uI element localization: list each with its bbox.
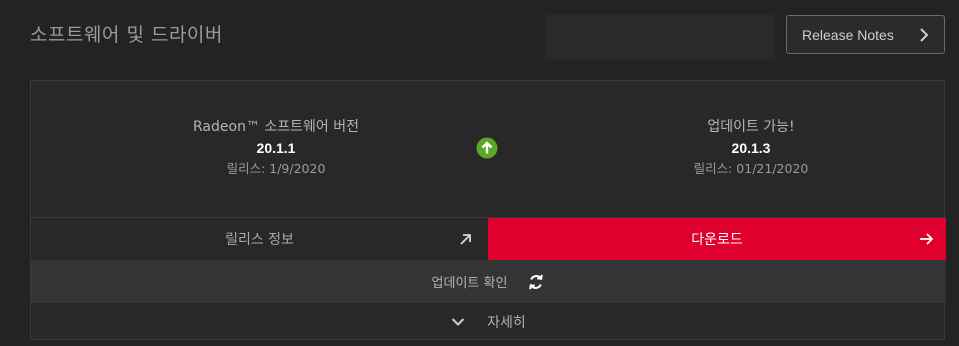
current-version-block: Radeon™ 소프트웨어 버전 20.1.1 릴리스: 1/9/2020: [126, 117, 426, 179]
refresh-icon: [529, 274, 544, 289]
check-update-label: 업데이트 확인: [431, 276, 508, 291]
details-toggle[interactable]: 자세히: [31, 303, 946, 341]
background-ghost: [545, 15, 775, 60]
release-notes-label: Release Notes: [802, 26, 894, 43]
available-version-number: 20.1.3: [731, 140, 771, 156]
release-notes-button[interactable]: Release Notes: [786, 15, 945, 54]
current-version-number: 20.1.1: [256, 140, 296, 156]
available-version-block: 업데이트 가능! 20.1.3 릴리스: 01/21/2020: [601, 117, 901, 179]
available-version-title: 업데이트 가능!: [707, 119, 795, 135]
arrow-up-right-icon: [460, 234, 471, 245]
release-info-button[interactable]: 릴리스 정보: [31, 218, 488, 260]
chevron-right-icon: [920, 28, 929, 42]
download-label: 다운로드: [691, 232, 743, 248]
download-button[interactable]: 다운로드: [488, 218, 946, 260]
chevron-down-icon: [451, 318, 465, 326]
current-release-date: 릴리스: 1/9/2020: [226, 161, 326, 176]
section-title: 소프트웨어 및 드라이버: [30, 24, 223, 46]
driver-update-card: Radeon™ 소프트웨어 버전 20.1.1 릴리스: 1/9/2020 업데…: [30, 80, 946, 341]
arrow-up-circle-icon: [476, 137, 498, 159]
available-release-date: 릴리스: 01/21/2020: [693, 161, 809, 176]
software-drivers-panel: 소프트웨어 및 드라이버 Release Notes Radeon™ 소프트웨어…: [0, 0, 959, 346]
arrow-right-icon: [920, 233, 934, 245]
details-label: 자세히: [487, 315, 526, 331]
current-version-title: Radeon™ 소프트웨어 버전: [193, 119, 359, 135]
release-info-label: 릴리스 정보: [225, 232, 294, 248]
check-update-button[interactable]: 업데이트 확인: [31, 260, 946, 303]
